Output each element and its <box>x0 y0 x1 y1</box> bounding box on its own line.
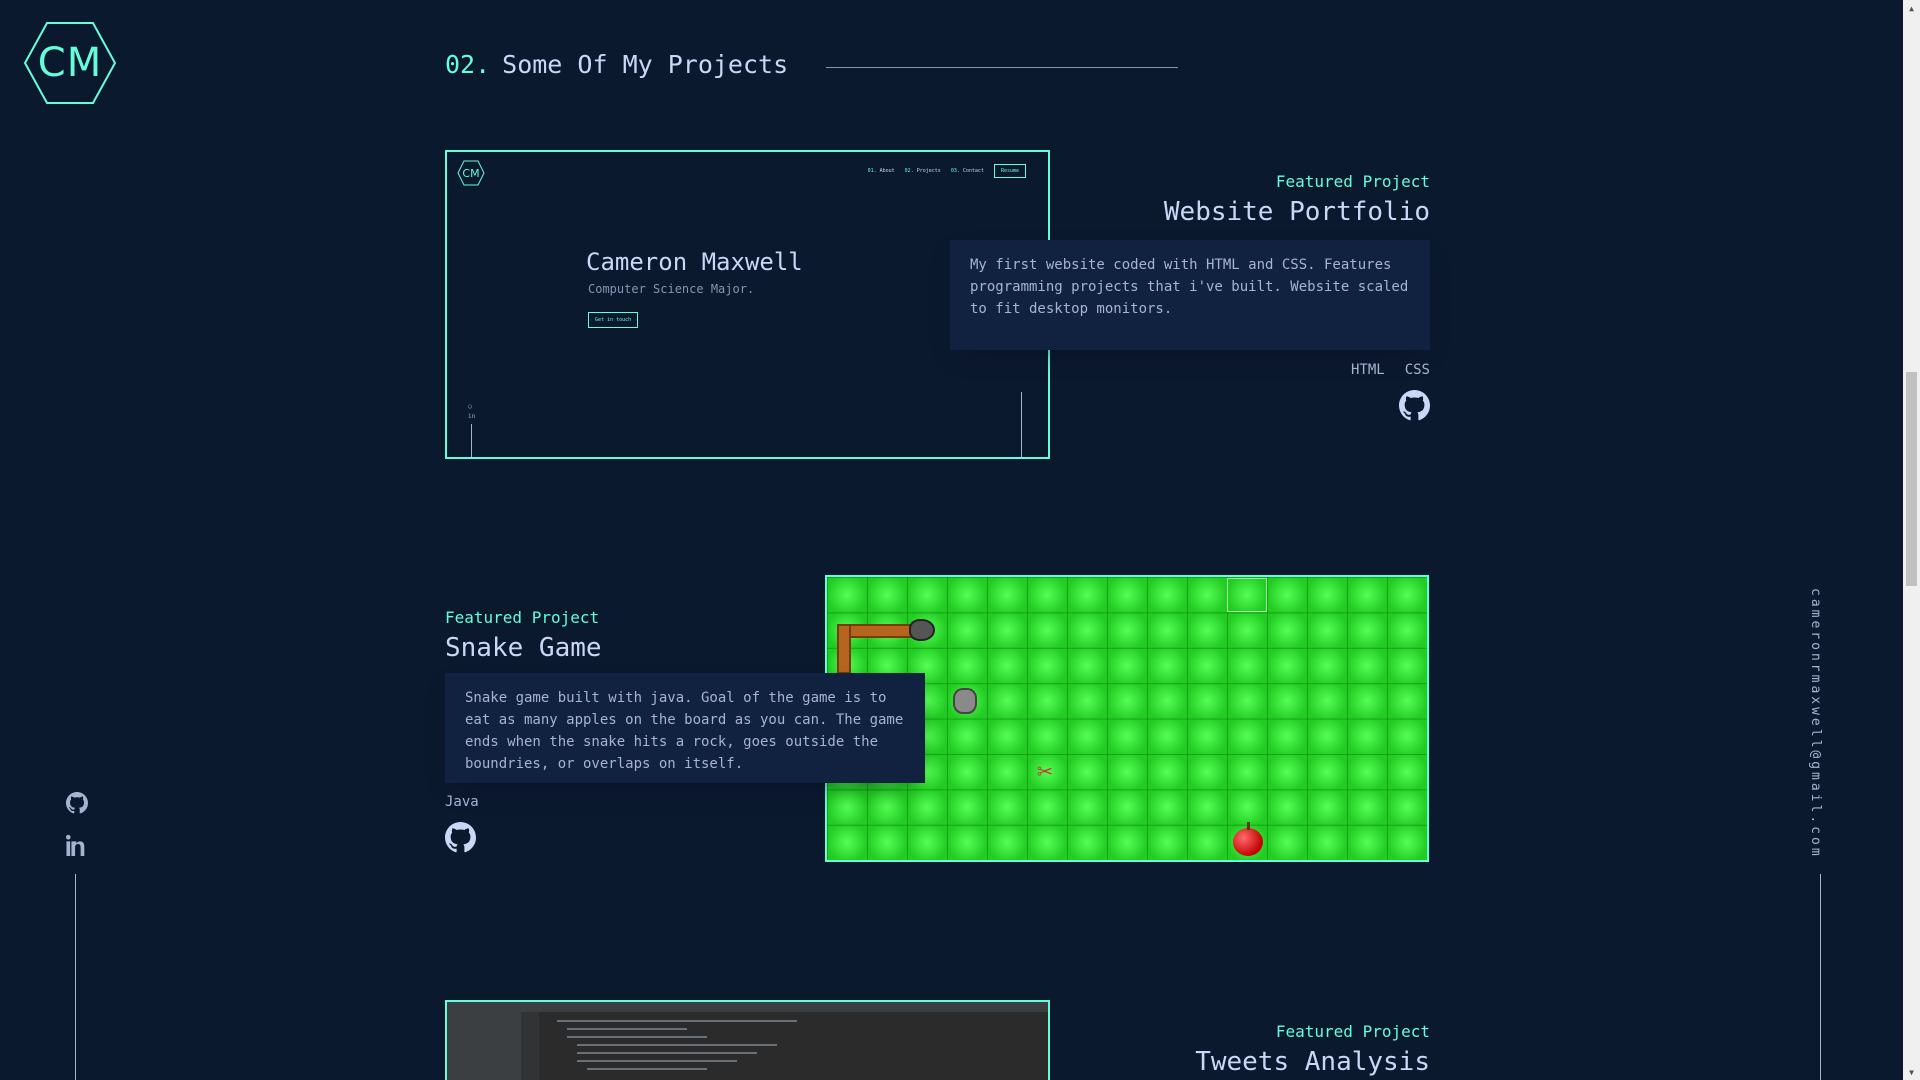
mini-left-line <box>471 424 472 457</box>
rock <box>953 688 977 714</box>
heading-divider <box>826 67 1178 68</box>
project-github-link[interactable] <box>445 822 476 857</box>
mini-logo: CM <box>457 160 485 186</box>
section-number: 02. <box>445 50 491 79</box>
site-logo[interactable]: CM <box>23 22 117 104</box>
scroll-up-arrow-icon[interactable]: ▲ <box>1906 2 1917 14</box>
mini-resume-button: Resume <box>993 164 1026 178</box>
grid-cell-highlight <box>1227 578 1267 612</box>
github-icon <box>445 822 476 853</box>
ide-code-line <box>577 1044 777 1046</box>
project-header-tweets-analysis: Featured Project Tweets Analysis <box>1195 1022 1430 1077</box>
ide-code-line <box>567 1028 687 1030</box>
mini-nav-item: 01. About <box>867 168 895 174</box>
tech-item: CSS <box>1404 362 1430 378</box>
mini-logo-text: CM <box>462 166 480 180</box>
snake-body-segment <box>837 624 851 674</box>
project-header-snake-game: Featured Project Snake Game <box>445 608 602 663</box>
ide-project-panel <box>447 1012 521 1080</box>
scrollbar-thumb[interactable] <box>1906 372 1917 586</box>
project-github-link[interactable] <box>1399 390 1430 425</box>
mini-hero-name: Cameron Maxwell <box>586 248 803 276</box>
email-link[interactable]: cameronrmaxwell@gmail.com <box>1808 588 1823 859</box>
scissors-icon: ✂ <box>1037 757 1053 787</box>
project-title[interactable]: Tweets Analysis <box>1195 1047 1430 1077</box>
linkedin-icon <box>66 834 85 856</box>
project-overline: Featured Project <box>1275 172 1430 191</box>
left-vertical-line <box>75 874 76 1080</box>
ide-toolbar <box>447 1002 1048 1012</box>
github-link[interactable] <box>66 792 88 818</box>
project-overline: Featured Project <box>1275 1022 1430 1041</box>
ide-code-line <box>587 1068 707 1070</box>
section-heading: 02. Some Of My Projects <box>445 50 788 79</box>
project-overline: Featured Project <box>445 608 600 627</box>
github-icon <box>1399 390 1430 421</box>
mini-social-icons: ◯ in <box>468 403 476 420</box>
mini-hero-subtitle: Computer Science Major. <box>588 282 755 296</box>
ide-code-line <box>577 1060 737 1062</box>
scroll-down-arrow-icon[interactable]: ▼ <box>1906 1066 1917 1078</box>
tech-item: HTML <box>1350 362 1385 378</box>
mini-nav-item: 03. Contact <box>950 168 984 174</box>
section-title: Some Of My Projects <box>502 50 789 79</box>
project-title[interactable]: Snake Game <box>445 633 602 663</box>
tech-item: Java <box>445 794 479 810</box>
left-social-bar <box>64 792 90 860</box>
mini-nav: 01. About 02. Projects 03. Contact Resum… <box>868 164 1026 178</box>
project-image-tweets-analysis[interactable] <box>445 1000 1050 1080</box>
ide-code-line <box>557 1020 797 1022</box>
project-description: My first website coded with HTML and CSS… <box>950 240 1430 350</box>
ide-code-line <box>577 1052 757 1054</box>
mini-nav-item: 02. Projects <box>904 168 941 174</box>
github-icon <box>66 792 88 814</box>
apple <box>1233 828 1263 856</box>
project-tech-list: HTML CSS <box>1351 362 1430 378</box>
logo-text: CM <box>37 40 103 86</box>
snake-head <box>909 619 935 641</box>
right-vertical-line <box>1820 874 1821 1080</box>
apple-stem <box>1247 822 1250 830</box>
linkedin-link[interactable] <box>66 834 88 860</box>
ide-code-line <box>567 1036 707 1038</box>
project-title[interactable]: Website Portfolio <box>1164 197 1430 227</box>
project-header-website-portfolio: Featured Project Website Portfolio <box>1164 172 1430 227</box>
project-tech-list: Java <box>445 794 479 810</box>
project-description: Snake game built with java. Goal of the … <box>445 673 925 783</box>
ide-gutter <box>521 1012 539 1080</box>
mini-right-line <box>1021 392 1022 457</box>
mini-contact-button: Get in touch <box>588 312 639 328</box>
